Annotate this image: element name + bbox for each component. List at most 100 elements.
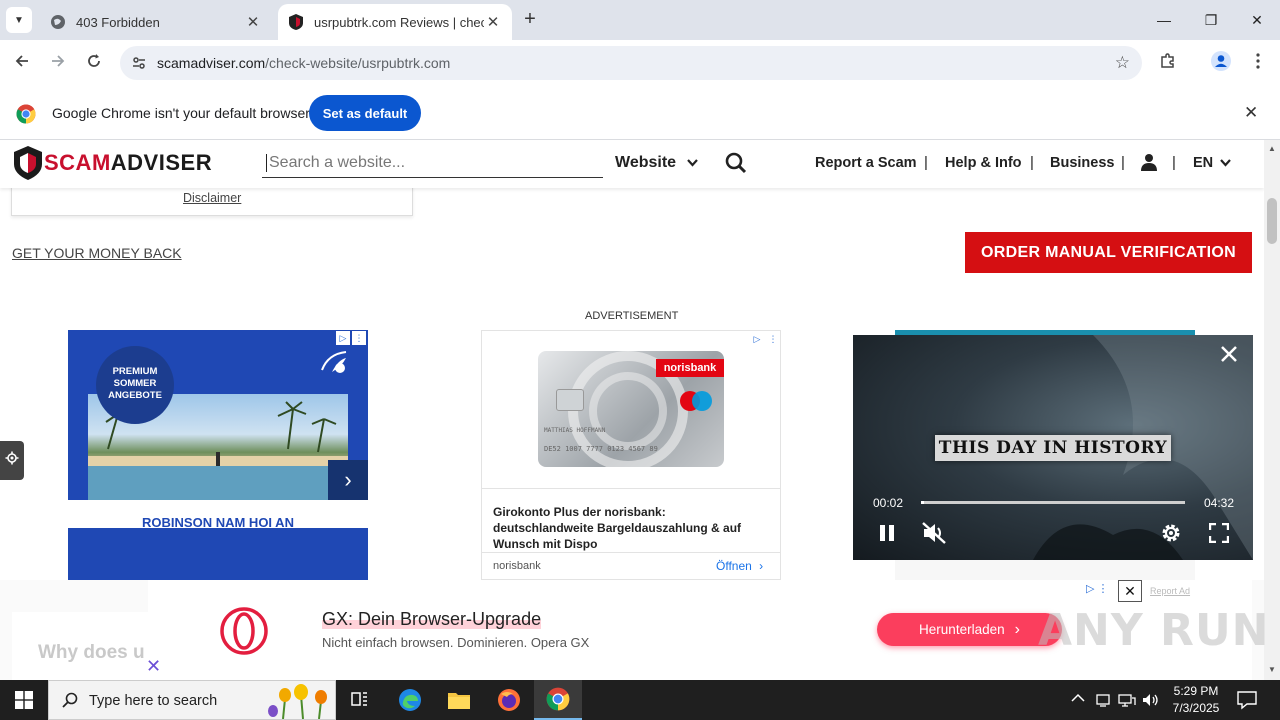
- adchoices-badge[interactable]: ▷ ⋮: [1086, 582, 1109, 595]
- tab-search-dropdown[interactable]: ▼: [6, 7, 32, 33]
- video-close-button[interactable]: [1217, 345, 1241, 369]
- arrow-right-icon: [50, 53, 66, 74]
- get-money-back-link[interactable]: GET YOUR MONEY BACK: [12, 245, 182, 261]
- chrome-taskbar-button[interactable]: [534, 680, 582, 720]
- clock-time: 5:29 PM: [1173, 684, 1219, 698]
- debit-card-graphic: norisbank MATTHIAS HOFFMANN DE52 1007 77…: [538, 351, 724, 467]
- url-text: scamadviser.com/check-website/usrpubtrk.…: [157, 55, 450, 71]
- site-search-input[interactable]: Search a website...: [262, 150, 603, 178]
- tray-overflow-icon[interactable]: [1071, 692, 1085, 706]
- report-ad-link[interactable]: Report Ad: [1150, 586, 1190, 596]
- muted-speaker-icon: [922, 522, 946, 544]
- opera-ad-headline: GX: Dein Browser-Upgrade: [322, 609, 542, 630]
- ad-menu-icon: ⋮: [766, 332, 780, 346]
- language-dropdown[interactable]: EN: [1193, 155, 1232, 171]
- text-caret: [266, 154, 267, 172]
- scroll-up-arrow-icon[interactable]: ▲: [1268, 144, 1276, 153]
- robinson-ad[interactable]: PREMIUM SOMMER ANGEBOTE ROBINSON NAM HOI…: [68, 330, 368, 580]
- firefox-taskbar-button[interactable]: [485, 680, 533, 720]
- chevron-down-icon: [686, 154, 698, 172]
- norisbank-ad[interactable]: norisbank MATTHIAS HOFFMANN DE52 1007 77…: [481, 330, 781, 580]
- logo-text-scam: SCAM: [44, 150, 111, 175]
- privacy-settings-button[interactable]: [0, 441, 24, 480]
- folder-icon: [448, 693, 470, 709]
- floating-video-player[interactable]: THIS DAY IN HISTORY 00:02 04:32: [853, 335, 1253, 560]
- tab-scamadviser[interactable]: usrpubtrk.com Reviews | check ✕: [278, 4, 512, 40]
- default-browser-infobar: Google Chrome isn't your default browser…: [0, 86, 1280, 140]
- account-button[interactable]: [1140, 153, 1158, 175]
- profile-button[interactable]: [1208, 50, 1234, 76]
- chrome-icon: [546, 687, 570, 711]
- video-progress-bar[interactable]: [921, 501, 1185, 504]
- norisbank-ad-headline[interactable]: Girokonto Plus der norisbank: deutschlan…: [493, 504, 769, 552]
- video-progress-fill: [921, 501, 924, 504]
- page-scrollbar[interactable]: ▲ ▼: [1264, 140, 1280, 680]
- disclaimer-link[interactable]: Disclaimer: [183, 191, 241, 205]
- video-settings-button[interactable]: [1157, 519, 1185, 547]
- nav-separator: |: [1121, 154, 1125, 171]
- edge-taskbar-button[interactable]: [386, 680, 434, 720]
- back-button[interactable]: [9, 50, 35, 76]
- chrome-menu-button[interactable]: [1245, 50, 1271, 76]
- new-tab-button[interactable]: +: [519, 8, 541, 32]
- pause-button[interactable]: [873, 519, 901, 547]
- site-info-icon[interactable]: [128, 52, 150, 74]
- tab-strip: ▼ 403 Forbidden ✕ usrpubtrk.com Reviews …: [0, 0, 1280, 40]
- norisbank-card-image: norisbank MATTHIAS HOFFMANN DE52 1007 77…: [482, 331, 780, 488]
- set-as-default-button[interactable]: Set as default: [309, 95, 421, 131]
- extensions-button[interactable]: [1155, 50, 1181, 76]
- infobar-close-button[interactable]: ✕: [1244, 103, 1258, 123]
- fullscreen-button[interactable]: [1205, 519, 1233, 547]
- taskbar-clock[interactable]: 5:29 PM 7/3/2025: [1164, 683, 1228, 717]
- mute-button[interactable]: [920, 519, 948, 547]
- open-ad-button[interactable]: Öffnen ›: [716, 559, 763, 573]
- scrollbar-thumb[interactable]: [1267, 198, 1277, 244]
- fullscreen-icon: [1209, 523, 1229, 543]
- adchoices-badge[interactable]: ▷ ⋮: [336, 331, 366, 345]
- search-type-dropdown[interactable]: Website: [615, 154, 698, 172]
- start-button[interactable]: [0, 680, 48, 720]
- nav-business[interactable]: Business: [1050, 155, 1114, 171]
- browser-toolbar: scamadviser.com/check-website/usrpubtrk.…: [0, 40, 1280, 86]
- tab-close-button[interactable]: ✕: [484, 13, 502, 31]
- reload-button[interactable]: [81, 50, 107, 76]
- adchoices-badge[interactable]: ▷ ⋮: [750, 332, 780, 346]
- scroll-down-arrow-icon[interactable]: ▼: [1268, 665, 1276, 674]
- restore-button[interactable]: ❐: [1188, 0, 1234, 40]
- close-x-icon[interactable]: ✕: [146, 656, 161, 677]
- device-icon[interactable]: [1095, 692, 1111, 711]
- volume-icon[interactable]: [1142, 692, 1160, 711]
- minimize-button[interactable]: —: [1141, 0, 1187, 40]
- file-explorer-taskbar-button[interactable]: [435, 680, 483, 720]
- network-icon[interactable]: [1118, 692, 1136, 711]
- address-bar[interactable]: scamadviser.com/check-website/usrpubtrk.…: [120, 46, 1142, 80]
- tab-403-forbidden[interactable]: 403 Forbidden ✕: [40, 4, 272, 40]
- scamadviser-logo[interactable]: SCAMADVISER: [14, 146, 212, 180]
- task-view-button[interactable]: [336, 680, 384, 720]
- language-label: EN: [1193, 155, 1214, 171]
- opera-ad-subline: Nicht einfach browsen. Dominieren. Opera…: [322, 635, 590, 650]
- sticky-ad-close-button[interactable]: ✕: [1118, 580, 1142, 602]
- adchoices-icon: ▷: [1086, 583, 1095, 595]
- site-search-button[interactable]: [725, 152, 747, 179]
- herunterladen-button[interactable]: Herunterladen ›: [877, 613, 1062, 646]
- ad-divider: [482, 552, 780, 553]
- edge-icon: [399, 689, 421, 711]
- tab-title: 403 Forbidden: [76, 14, 160, 30]
- taskbar-search-box[interactable]: Type here to search: [48, 680, 336, 720]
- windows-taskbar: Type here to search 5:29 PM 7/3/2025: [0, 680, 1280, 720]
- tab-title: usrpubtrk.com Reviews | check: [314, 14, 484, 30]
- tab-close-button[interactable]: ✕: [244, 13, 262, 31]
- carousel-next-button[interactable]: ›: [328, 460, 368, 500]
- gear-icon: [5, 451, 19, 470]
- bookmark-star-icon[interactable]: ☆: [1115, 53, 1130, 73]
- norisbank-logo: norisbank: [656, 359, 724, 377]
- nav-help-info[interactable]: Help & Info: [945, 155, 1022, 171]
- forward-button[interactable]: [45, 50, 71, 76]
- nav-report-scam[interactable]: Report a Scam: [815, 155, 917, 171]
- resort-name: ROBINSON NAM HOI AN: [142, 515, 294, 530]
- close-window-button[interactable]: ✕: [1234, 0, 1280, 40]
- order-manual-verification-button[interactable]: ORDER MANUAL VERIFICATION: [965, 232, 1252, 273]
- notification-center-icon[interactable]: [1236, 689, 1258, 716]
- site-search-placeholder: Search a website...: [269, 154, 406, 172]
